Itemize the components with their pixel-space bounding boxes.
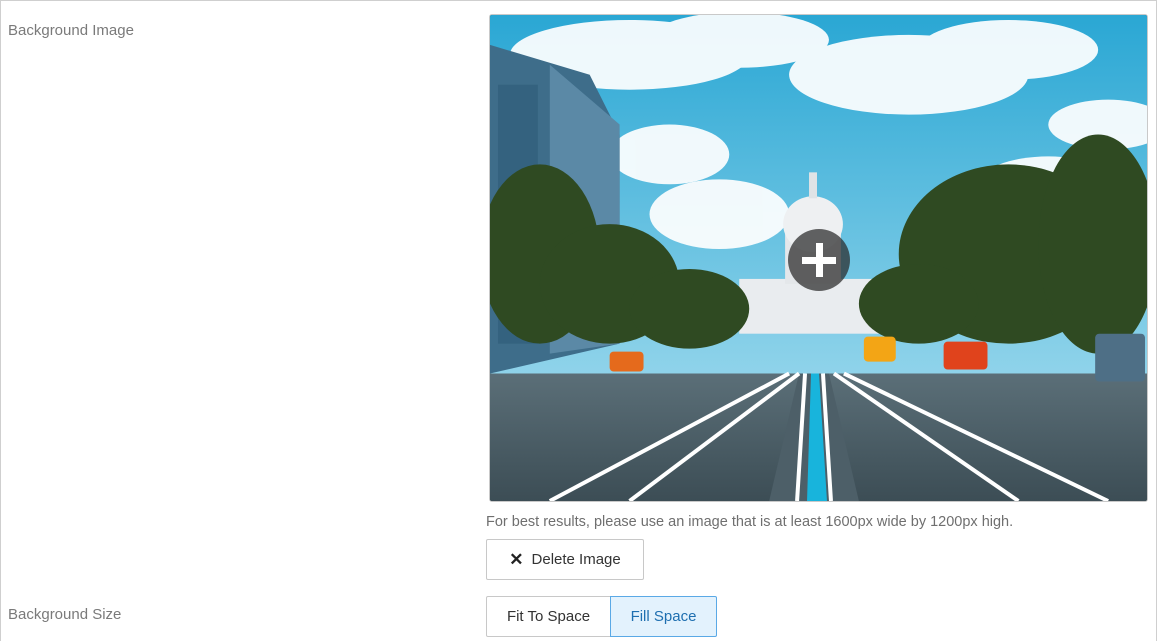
delete-image-label: Delete Image [531, 551, 621, 568]
fit-to-space-button[interactable]: Fit To Space [486, 596, 611, 637]
add-image-button[interactable] [788, 229, 850, 291]
background-size-label: Background Size [8, 606, 122, 623]
delete-image-button[interactable]: ✕ Delete Image [486, 539, 644, 580]
background-image-preview[interactable] [489, 14, 1148, 502]
background-image-label: Background Image [8, 22, 134, 39]
close-icon: ✕ [509, 549, 524, 569]
fill-space-button[interactable]: Fill Space [610, 596, 717, 637]
image-size-hint: For best results, please use an image th… [486, 514, 1014, 530]
